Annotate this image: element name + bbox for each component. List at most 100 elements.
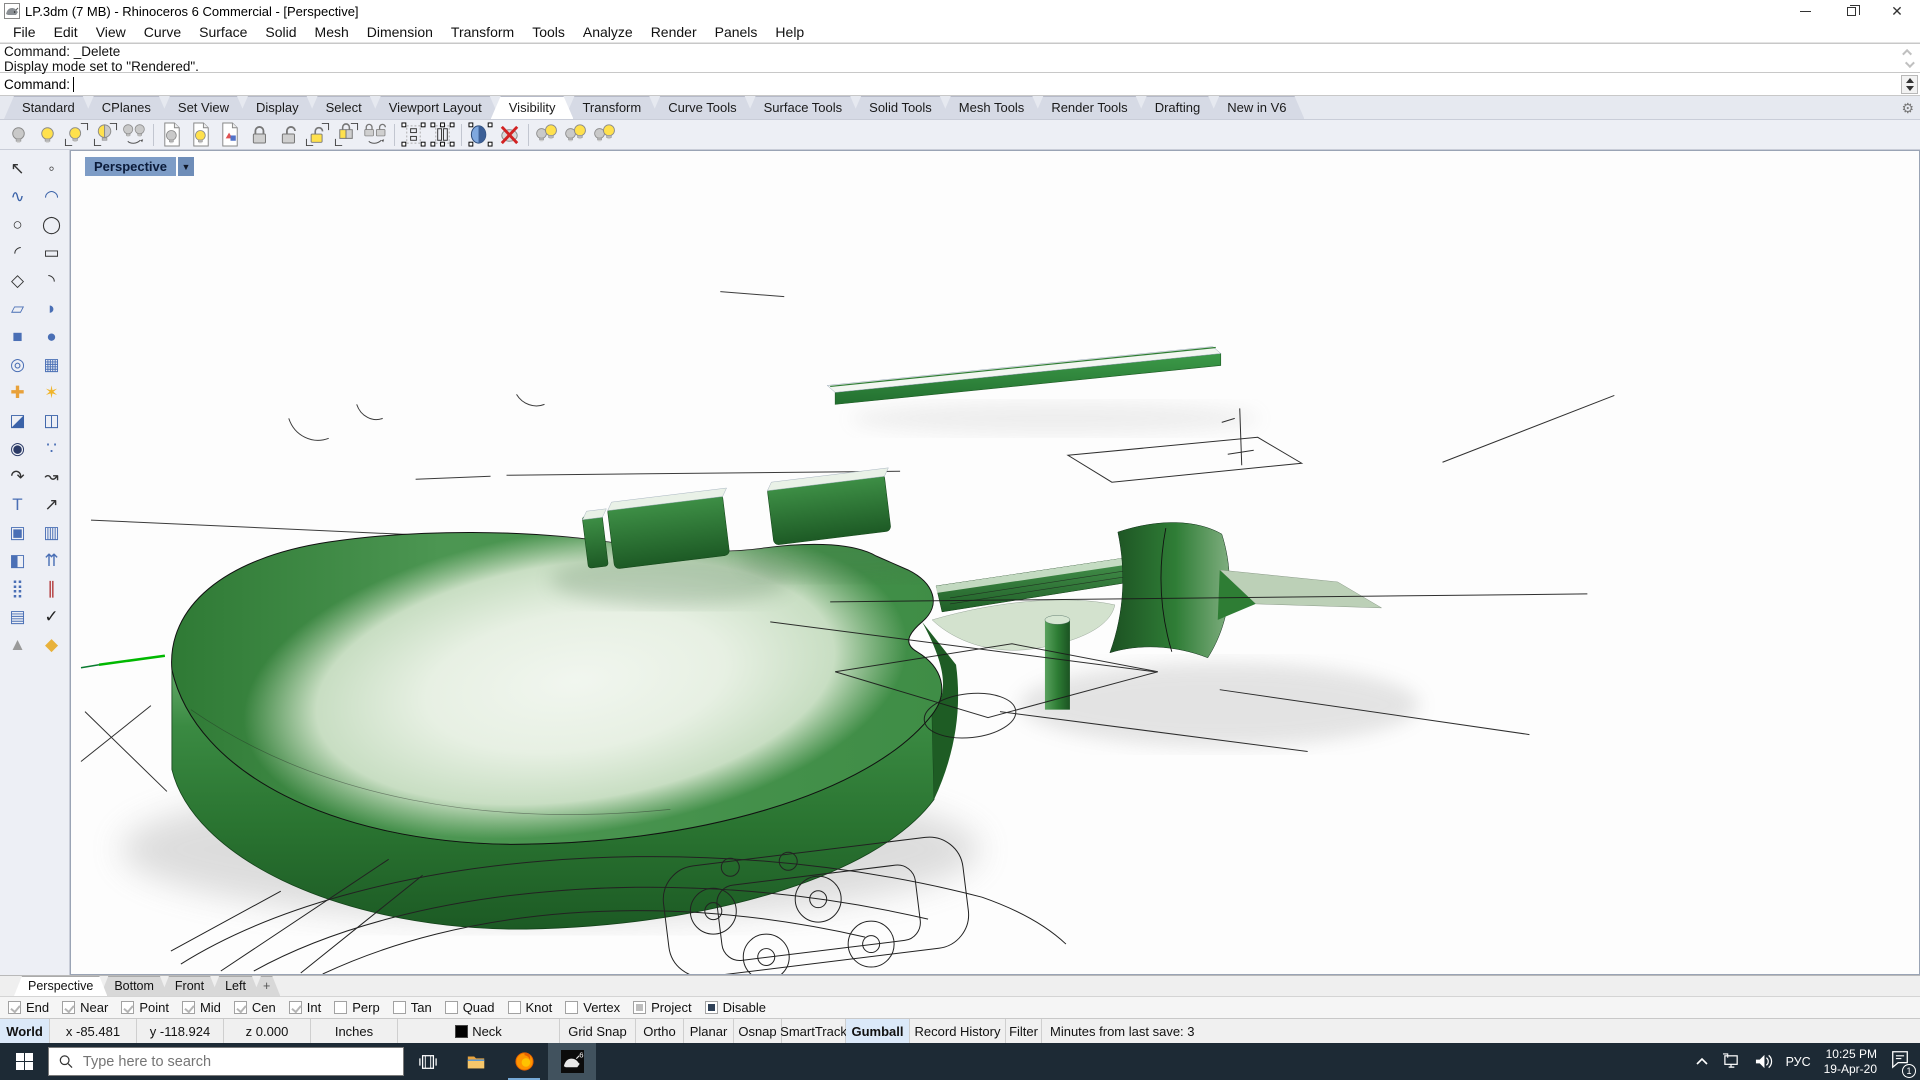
swap-locked-icon[interactable] — [333, 121, 360, 148]
status-cell[interactable]: Planar — [684, 1019, 734, 1043]
trim-icon[interactable]: ◪ — [1, 406, 35, 434]
viewport-tab[interactable]: Left — [211, 976, 260, 996]
toolbar-tab[interactable]: Curve Tools — [650, 96, 754, 119]
hide-in-detail-icon[interactable] — [159, 121, 186, 148]
osnap-toggle[interactable]: Vertex — [565, 1000, 620, 1015]
control-point-curve-icon[interactable]: ∿ — [1, 182, 35, 210]
show-layer-objects-3-icon[interactable] — [592, 121, 619, 148]
clock[interactable]: 10:25 PM 19-Apr-20 — [1824, 1047, 1877, 1077]
osnap-toggle[interactable]: Cen — [234, 1000, 276, 1015]
history-scroll-up-icon[interactable] — [1902, 48, 1912, 58]
toolbar-gear-icon[interactable]: ⚙ — [1901, 100, 1914, 117]
osnap-toggle[interactable]: Perp — [334, 1000, 379, 1015]
osnap-checkbox[interactable] — [705, 1001, 718, 1014]
solid-edit-icon[interactable]: ◧ — [1, 546, 35, 574]
scale-icon[interactable]: ↗ — [35, 490, 69, 518]
firefox-button[interactable] — [500, 1043, 548, 1080]
status-cell[interactable]: Neck — [398, 1019, 560, 1043]
hide-swap-icon[interactable] — [121, 121, 148, 148]
osnap-toggle[interactable]: Knot — [508, 1000, 553, 1015]
viewport-tab[interactable]: Front — [161, 976, 218, 996]
osnap-checkbox[interactable] — [393, 1001, 406, 1014]
osnap-toggle[interactable]: Tan — [393, 1000, 432, 1015]
curve-through-points-icon[interactable]: ◠ — [35, 182, 69, 210]
command-spinner[interactable] — [1901, 75, 1918, 94]
toolbar-tab[interactable]: Render Tools — [1033, 96, 1145, 119]
osnap-toggle[interactable]: Project — [633, 1000, 691, 1015]
volume-icon[interactable] — [1754, 1053, 1773, 1070]
menu-item[interactable]: Panels — [706, 22, 767, 42]
swap-hidden-objects-icon[interactable] — [92, 121, 119, 148]
lock-swap-icon[interactable] — [362, 121, 389, 148]
select-arrow-icon[interactable]: ↖ — [1, 154, 35, 182]
osnap-toggle[interactable]: Point — [121, 1000, 169, 1015]
toolbar-tab[interactable]: Select — [308, 96, 380, 119]
linear-array-icon[interactable]: ∥ — [35, 574, 69, 602]
menu-item[interactable]: Tools — [523, 22, 574, 42]
language-indicator[interactable]: РУС — [1786, 1055, 1811, 1069]
status-cell[interactable]: World — [0, 1019, 50, 1043]
osnap-toggle[interactable]: Quad — [445, 1000, 495, 1015]
osnap-checkbox[interactable] — [565, 1001, 578, 1014]
menu-item[interactable]: Curve — [135, 22, 190, 42]
osnap-toggle[interactable]: Mid — [182, 1000, 221, 1015]
toolbar-tab[interactable]: Surface Tools — [746, 96, 861, 119]
hide-objects-icon[interactable] — [5, 121, 32, 148]
unlock-objects-icon[interactable] — [275, 121, 302, 148]
history-scroll-down-icon[interactable] — [1904, 58, 1914, 68]
menu-item[interactable]: Dimension — [358, 22, 442, 42]
osnap-checkbox[interactable] — [182, 1001, 195, 1014]
polygon-icon[interactable]: ◇ — [1, 266, 35, 294]
curved-surface-icon[interactable]: ◗ — [35, 294, 69, 322]
menu-item[interactable]: Render — [642, 22, 706, 42]
osnap-checkbox[interactable] — [289, 1001, 302, 1014]
explode-icon[interactable]: ✶ — [35, 378, 69, 406]
toolbar-tab[interactable]: New in V6 — [1209, 96, 1304, 119]
circle-icon[interactable]: ○ — [1, 210, 35, 238]
split-icon[interactable]: ◫ — [35, 406, 69, 434]
viewport-tab[interactable]: Perspective — [14, 976, 107, 996]
osnap-toggle[interactable]: Int — [289, 1000, 321, 1015]
menu-item[interactable]: File — [4, 22, 45, 42]
show-in-detail-icon[interactable] — [188, 121, 215, 148]
osnap-checkbox[interactable] — [633, 1001, 646, 1014]
unlock-selected-icon[interactable] — [304, 121, 331, 148]
toolbar-tab[interactable]: Solid Tools — [851, 96, 950, 119]
menu-item[interactable]: Mesh — [306, 22, 358, 42]
command-prompt[interactable]: Command: — [0, 73, 1920, 96]
show-objects-icon[interactable] — [34, 121, 61, 148]
show-layer-objects-icon[interactable] — [534, 121, 561, 148]
taskbar-search[interactable] — [48, 1047, 404, 1076]
separator-2[interactable] — [391, 123, 398, 147]
menu-item[interactable]: View — [87, 22, 135, 42]
task-view-button[interactable] — [404, 1043, 452, 1080]
separator-3[interactable] — [458, 123, 465, 147]
show-layer-objects-2-icon[interactable] — [563, 121, 590, 148]
status-cell[interactable]: Osnap — [734, 1019, 782, 1043]
clipping-plane-icon[interactable] — [467, 121, 494, 148]
status-cell[interactable]: Filter — [1006, 1019, 1042, 1043]
file-explorer-button[interactable] — [452, 1043, 500, 1080]
status-cell[interactable]: Ortho — [636, 1019, 684, 1043]
layers-icon[interactable]: ▤ — [1, 602, 35, 630]
show-selected-in-detail-icon[interactable] — [217, 121, 244, 148]
adjust-curve-icon[interactable]: ↝ — [35, 462, 69, 490]
render-icon[interactable]: ◆ — [35, 630, 69, 658]
toolbar-tab[interactable]: Set View — [160, 96, 247, 119]
toolbar-tab[interactable]: Transform — [564, 96, 659, 119]
remove-clipping-plane-icon[interactable] — [496, 121, 523, 148]
boolean-union-icon[interactable]: ✚ — [1, 378, 35, 406]
status-cell[interactable]: y -118.924 — [137, 1019, 224, 1043]
array-icon[interactable]: ⣿ — [1, 574, 35, 602]
menu-item[interactable]: Analyze — [574, 22, 642, 42]
osnap-checkbox[interactable] — [62, 1001, 75, 1014]
control-points-off-icon[interactable] — [429, 121, 456, 148]
restore-button[interactable] — [1828, 0, 1874, 22]
osnap-checkbox[interactable] — [334, 1001, 347, 1014]
mesh-box-icon[interactable]: ▦ — [35, 350, 69, 378]
menu-item[interactable]: Edit — [45, 22, 87, 42]
sphere-icon[interactable]: ● — [35, 322, 69, 350]
rhino-app-button[interactable]: 6 — [548, 1043, 596, 1080]
cone-icon[interactable]: ▲ — [1, 630, 35, 658]
start-button[interactable] — [0, 1043, 48, 1080]
